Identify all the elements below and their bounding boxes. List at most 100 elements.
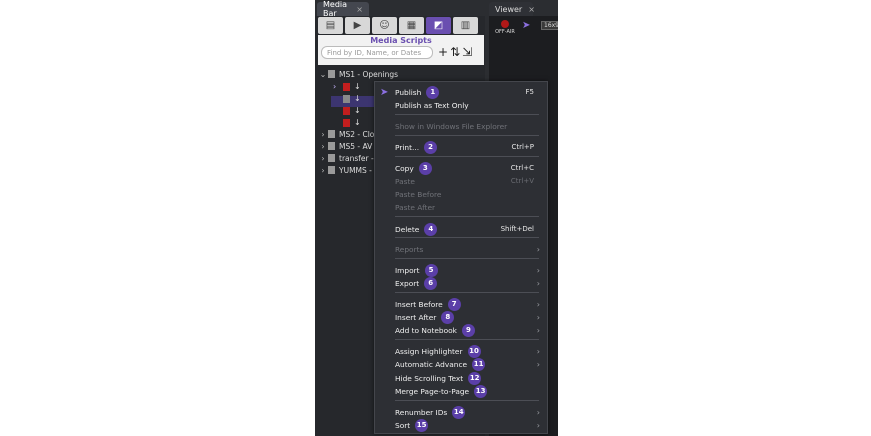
menu-item-show-in-explorer: Show in Windows File Explorer xyxy=(395,120,541,132)
chevron-right-icon[interactable]: › xyxy=(318,166,328,175)
callout-badge: 2 xyxy=(424,140,438,154)
add-icon[interactable]: + xyxy=(438,45,450,59)
tree-item-label: MS2 - Clo xyxy=(339,129,375,139)
callout-badge: 7 xyxy=(447,297,461,311)
person-icon[interactable]: ☺ xyxy=(372,17,397,34)
media-toolbar: ▤ ▶ ☺ ▦ ◩ ▥ xyxy=(318,17,484,35)
shortcut-label: F5 xyxy=(525,88,534,96)
menu-item-export[interactable]: Export 6 › xyxy=(395,276,541,290)
media-scripts-panel: Media Scripts Find by ID, Name, or Dates… xyxy=(318,35,484,65)
menu-item-label: Merge Page-to-Page xyxy=(395,386,470,396)
chevron-right-icon: › xyxy=(536,244,540,254)
arrow-down-icon[interactable]: ↓ xyxy=(354,82,361,91)
tree-item[interactable]: › MS5 - AV xyxy=(318,140,372,152)
menu-item-insert-before[interactable]: Insert Before 7 › xyxy=(395,297,541,311)
menu-item-delete[interactable]: Delete 4 Shift+Del xyxy=(395,222,541,236)
menu-separator xyxy=(395,237,539,238)
arrow-down-icon[interactable]: ↓ xyxy=(354,94,361,103)
search-input[interactable]: Find by ID, Name, or Dates xyxy=(321,46,433,59)
callout-badge: 3 xyxy=(418,161,432,175)
export-icon[interactable]: ⇲ xyxy=(462,45,474,59)
menu-separator xyxy=(395,258,539,259)
menu-item-renumber-ids[interactable]: Renumber IDs 14 › xyxy=(395,405,541,419)
chevron-right-icon[interactable]: › xyxy=(318,130,328,139)
menu-item-label: Insert After xyxy=(395,312,437,322)
menu-item-automatic-advance[interactable]: Automatic Advance 11 › xyxy=(395,357,541,371)
shortcut-label: Ctrl+P xyxy=(511,143,534,151)
menu-item-label: Paste Before xyxy=(395,189,442,199)
menu-item-import[interactable]: Import 5 › xyxy=(395,263,541,277)
menu-item-label: Add to Notebook xyxy=(395,325,457,335)
notebook-icon[interactable]: ▥ xyxy=(453,17,478,34)
tab-viewer[interactable]: Viewer × xyxy=(489,2,535,16)
menu-separator xyxy=(395,114,539,115)
folder-icon xyxy=(328,166,335,174)
panel-title: Media Scripts xyxy=(370,36,432,45)
app-logo-icon[interactable]: ➤ xyxy=(522,20,530,31)
play-icon[interactable]: ▶ xyxy=(345,17,370,34)
chevron-right-icon: › xyxy=(536,278,540,288)
tree-item[interactable]: › YUMMS - xyxy=(318,164,372,176)
menu-item-copy[interactable]: Copy 3 Ctrl+C xyxy=(395,161,541,175)
menu-item-label: Print... xyxy=(395,142,420,152)
menu-item-label: Insert Before xyxy=(395,299,443,309)
chevron-right-icon[interactable]: › xyxy=(333,82,340,91)
menu-separator xyxy=(395,216,539,217)
menu-item-merge-page-to-page[interactable]: Merge Page-to-Page 13 xyxy=(395,384,541,398)
folder-icon xyxy=(328,130,335,138)
arrow-down-icon[interactable]: ↓ xyxy=(354,118,361,127)
menu-item-print[interactable]: Print... 2 Ctrl+P xyxy=(395,140,541,154)
tree-item-label: transfer - xyxy=(339,153,374,163)
callout-badge: 13 xyxy=(474,384,488,398)
menu-item-paste-before: Paste Before xyxy=(395,188,541,200)
script-type-icon xyxy=(343,107,350,115)
chevron-right-icon: › xyxy=(536,325,540,335)
callout-badge: 1 xyxy=(426,85,440,99)
document-icon[interactable]: ▤ xyxy=(318,17,343,34)
callout-badge: 4 xyxy=(424,222,438,236)
callout-badge: 15 xyxy=(415,418,429,432)
tab-media-bar[interactable]: Media Bar × xyxy=(317,0,369,18)
chevron-right-icon[interactable]: › xyxy=(318,154,328,163)
callout-badge: 14 xyxy=(452,405,466,419)
menu-item-insert-after[interactable]: Insert After 8 › xyxy=(395,310,541,324)
gallery-icon[interactable]: ▦ xyxy=(399,17,424,34)
script-type-icon xyxy=(343,119,350,127)
aspect-ratio-select[interactable]: 16x9 xyxy=(541,21,558,30)
tree-item-label: MS5 - AV xyxy=(339,141,373,151)
chevron-right-icon[interactable]: › xyxy=(318,142,328,151)
chevron-right-icon: › xyxy=(536,407,540,417)
arrow-down-icon[interactable]: ↓ xyxy=(354,106,361,115)
close-icon[interactable]: × xyxy=(528,5,535,14)
chevron-down-icon[interactable]: ⌄ xyxy=(318,70,328,79)
menu-item-label: Publish as Text Only xyxy=(395,100,469,110)
menu-item-publish-text-only[interactable]: Publish as Text Only xyxy=(395,99,541,111)
tab-viewer-label: Viewer xyxy=(495,4,523,14)
callout-badge: 5 xyxy=(424,263,438,277)
chevron-right-icon: › xyxy=(536,359,540,369)
menu-item-hide-scrolling-text[interactable]: Hide Scrolling Text 12 xyxy=(395,371,541,385)
menu-separator xyxy=(395,400,539,401)
tree-item-label: YUMMS - xyxy=(339,165,372,175)
script-type-icon xyxy=(343,95,350,103)
tree-item[interactable]: ⌄ MS1 - Openings xyxy=(318,68,398,80)
panel-tool-icons: +⇅⇲ xyxy=(438,45,474,59)
menu-separator xyxy=(395,156,539,157)
off-air-indicator[interactable]: OFF-AIR xyxy=(494,20,516,35)
menu-item-assign-highlighter[interactable]: Assign Highlighter 10 › xyxy=(395,344,541,358)
callout-badge: 6 xyxy=(424,276,438,290)
menu-item-label: Publish xyxy=(395,87,422,97)
scripts-icon[interactable]: ◩ xyxy=(426,17,451,34)
menu-item-paste-after: Paste After xyxy=(395,201,541,213)
sort-icon[interactable]: ⇅ xyxy=(450,45,462,59)
menu-item-add-to-notebook[interactable]: Add to Notebook 9 › xyxy=(395,323,541,337)
tree-item-label: MS1 - Openings xyxy=(339,69,399,79)
menu-item-publish[interactable]: Publish 1 F5 xyxy=(395,85,541,99)
chevron-right-icon: › xyxy=(536,299,540,309)
tree-item[interactable]: › MS2 - Clo xyxy=(318,128,374,140)
menu-item-label: Paste After xyxy=(395,202,436,212)
tree-item[interactable]: › transfer - xyxy=(318,152,374,164)
menu-item-label: Paste xyxy=(395,176,415,186)
menu-item-sort[interactable]: Sort 15 › xyxy=(395,418,541,432)
close-icon[interactable]: × xyxy=(356,5,363,14)
